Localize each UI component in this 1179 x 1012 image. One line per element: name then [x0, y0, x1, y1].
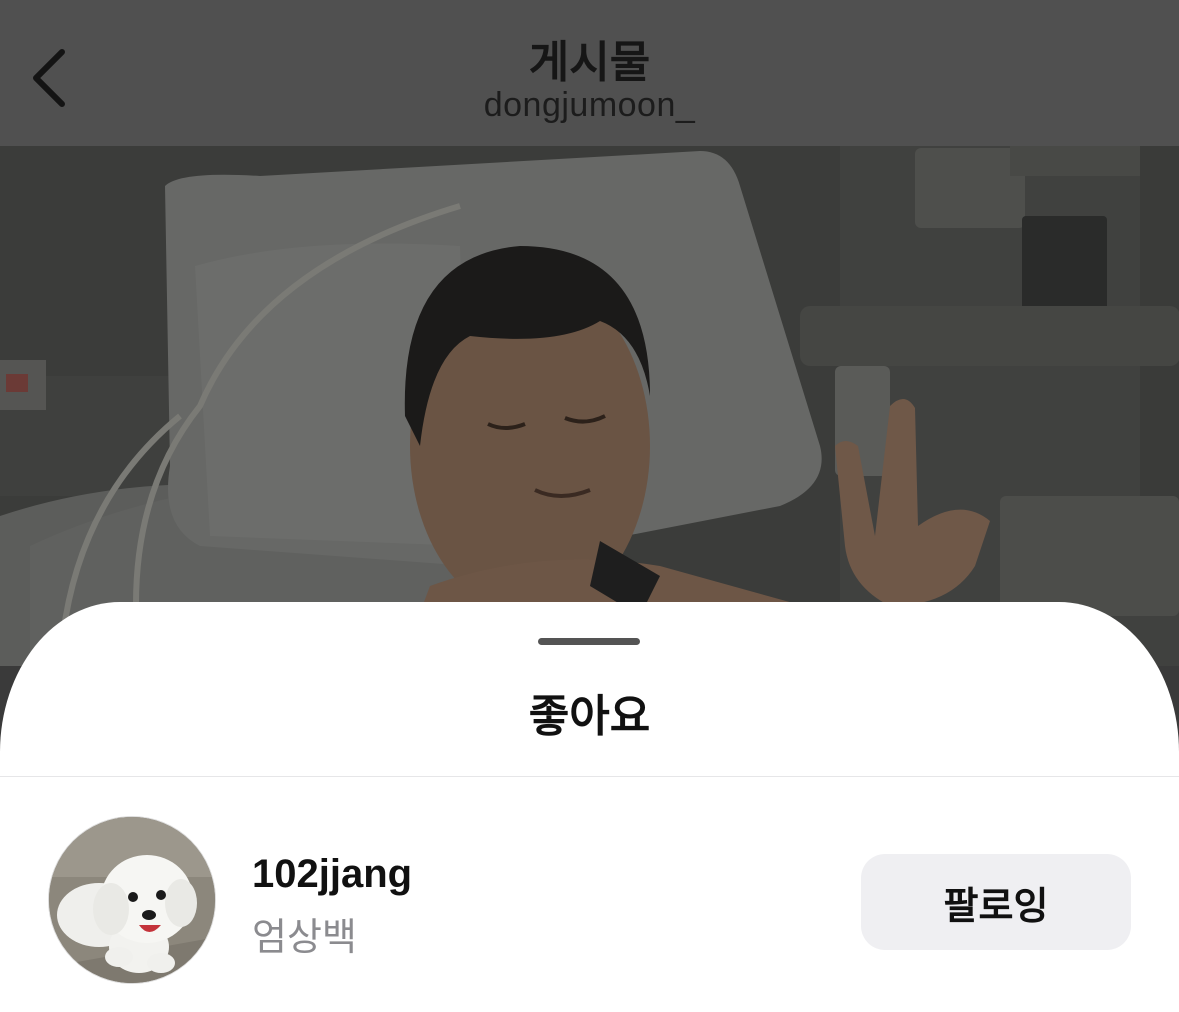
navigation-bar: 게시물 dongjumoon_: [0, 0, 1179, 146]
sheet-title: 좋아요: [528, 691, 651, 742]
sheet-divider: [0, 776, 1179, 777]
list-item[interactable]: 102jjang 엄상백 팔로잉: [0, 814, 1179, 984]
post-author-username[interactable]: dongjumoon_: [0, 86, 1179, 125]
liker-full-name: 엄상백: [252, 915, 357, 959]
post-likes-screen: 게시물 dongjumoon_ 좋아요 102jjang 엄상백 팔로잉: [0, 0, 1179, 1012]
sheet-drag-handle[interactable]: [538, 638, 640, 645]
avatar[interactable]: [48, 816, 216, 984]
likes-bottom-sheet: 좋아요 102jjang 엄상백 팔로잉: [0, 602, 1179, 1012]
page-title: 게시물: [528, 37, 651, 88]
liker-username[interactable]: 102jjang: [252, 852, 412, 897]
following-button[interactable]: 팔로잉: [861, 854, 1131, 950]
post-photo: [0, 146, 1179, 666]
